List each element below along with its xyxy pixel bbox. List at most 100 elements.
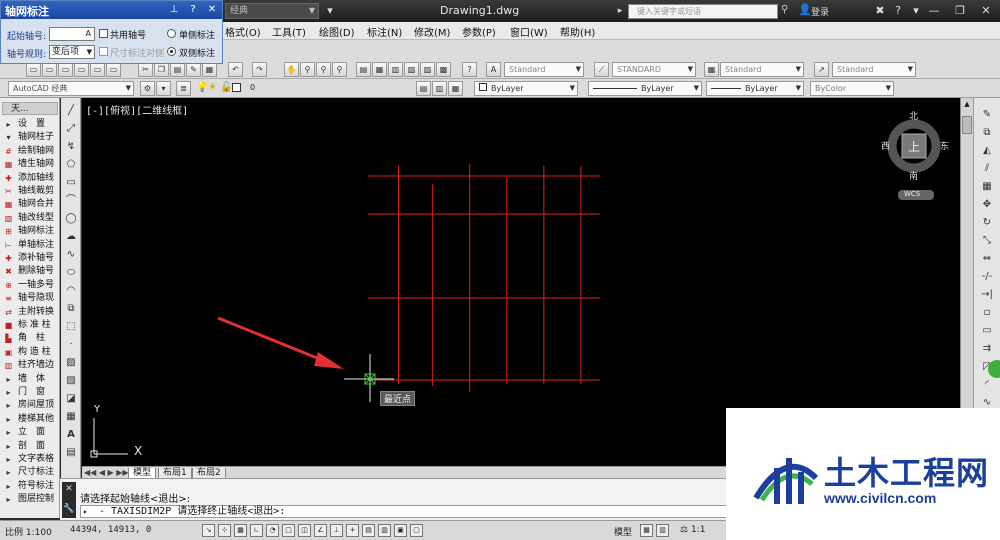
drawing-scale[interactable]: 比例 1:100 [5,525,52,538]
panel-item-standard-column[interactable]: ■ 标 准 柱 [4,319,58,332]
workspace-select[interactable]: 经典 ▼ [225,3,319,19]
new-icon[interactable]: ▭ [26,62,41,77]
scroll-thumb[interactable] [962,116,972,134]
tab-nav-icon[interactable]: ◀◀ ◀ ▶ ▶▶ [84,468,129,477]
copy-object-icon[interactable]: ⧉ [980,126,994,140]
arc-icon[interactable]: ⌒ [64,194,78,208]
viewcube-top-face[interactable]: 上 [908,138,920,155]
pan-icon[interactable]: ✋ [284,62,299,77]
polyline-icon[interactable]: ↯ [64,140,78,154]
zoom-previous-icon[interactable]: ⚲ [332,62,347,77]
qp-icon[interactable]: ▣ [394,524,407,537]
copy-icon[interactable]: ❐ [154,62,169,77]
layer-on-icon[interactable]: 💡 [196,82,208,93]
rotate-icon[interactable]: ↻ [980,216,994,230]
grid-icon[interactable]: ▦ [234,524,247,537]
lineweight-select[interactable]: ByLayer ▼ [706,81,804,96]
table-style-icon[interactable]: ▦ [704,62,719,77]
layer-freeze-icon[interactable]: ☀ [208,82,217,93]
customize-icon[interactable]: 🔧 [62,504,76,514]
make-block-icon[interactable]: ⬚ [64,320,78,334]
infer-icon[interactable]: ↘ [202,524,215,537]
join-icon[interactable]: ⇉ [980,342,994,356]
publish-icon[interactable]: ▭ [106,62,121,77]
viewcube[interactable] [887,119,941,200]
layer-previous-icon[interactable]: ▥ [432,81,447,96]
search-input[interactable]: 键入关键字或短语 [628,4,778,19]
quick-layout-icon[interactable]: ▦ [640,524,653,537]
properties-icon[interactable]: ▤ [356,62,371,77]
text-style-icon[interactable]: A [486,62,501,77]
dim-style-select[interactable]: STANDARD ▼ [612,62,696,77]
zoom-window-icon[interactable]: ⚲ [316,62,331,77]
break-icon[interactable]: ▭ [980,324,994,338]
panel-item-single-axis-dim[interactable]: ⊢ 单轴标注 [4,239,58,252]
menu-modify[interactable]: 修改(M) [414,24,450,39]
break-point-icon[interactable]: ▫ [980,306,994,320]
erase-icon[interactable]: ✎ [980,108,994,122]
panel-item-clip-axis[interactable]: ✂ 轴线裁剪 [4,185,58,198]
panel-item-wall[interactable]: ▸ 墙 体 [4,373,58,386]
panel-item-number-visibility[interactable]: ≡ 轴号隐现 [4,292,58,305]
table-style-select[interactable]: Standard ▼ [720,62,804,77]
quick-drawing-icon[interactable]: ▥ [656,524,669,537]
extend-icon[interactable]: →| [980,288,994,302]
share-number-checkbox[interactable] [99,29,108,38]
close-command-icon[interactable]: ✕ [62,484,76,494]
menu-dimension[interactable]: 标注(N) [367,24,402,39]
panel-item-door-window[interactable]: ▸ 门 窗 [4,386,58,399]
table-icon[interactable]: ▦ [64,410,78,424]
insert-block-icon[interactable]: ⧉ [64,302,78,316]
mirror-icon[interactable]: ◭ [980,144,994,158]
pin-icon[interactable]: ⊥ [167,3,181,17]
workspace-save-icon[interactable]: ▾ [156,81,171,96]
viewcube-wcs[interactable]: WCS [904,190,920,198]
zoom-realtime-icon[interactable]: ⚲ [300,62,315,77]
search-icon[interactable]: ⚲ [781,4,788,15]
trim-icon[interactable]: -/- [980,270,994,284]
polar-icon[interactable]: ◔ [266,524,279,537]
paste-icon[interactable]: ▤ [170,62,185,77]
help-dialog-icon[interactable]: ? [186,3,200,17]
layer-states-icon[interactable]: ▦ [448,81,463,96]
info-icon[interactable]: ▾ [908,3,924,19]
array-icon[interactable]: ▦ [980,180,994,194]
snap-icon[interactable]: ⊹ [218,524,231,537]
layer-select[interactable]: 0 [246,81,406,96]
panel-item-corner-column[interactable]: ▙ 角 柱 [4,332,58,345]
panel-item-delete-axis-number[interactable]: ✖ 删除轴号 [4,265,58,278]
text-style-select[interactable]: Standard ▼ [504,62,584,77]
panel-item-room-roof[interactable]: ▸ 房间屋顶 [4,399,58,412]
dyn-icon[interactable]: + [346,524,359,537]
plotstyle-select[interactable]: ByColor ▼ [810,81,894,96]
model-space-toggle[interactable]: 模型 [614,525,632,538]
restore-icon[interactable]: ❐ [952,3,968,19]
block-editor-icon[interactable]: ▦ [202,62,217,77]
panel-item-text-table[interactable]: ▸ 文字表格 [4,453,58,466]
double-side-radio[interactable] [167,47,176,56]
spline-icon[interactable]: ∿ [64,248,78,262]
panel-item-add-axis-number[interactable]: ✚ 添补轴号 [4,252,58,265]
open-icon[interactable]: ▭ [42,62,57,77]
dialog-title-bar[interactable]: 轴网标注 ⊥ ? ✕ [1,1,222,19]
move-icon[interactable]: ✥ [980,198,994,212]
gradient-icon[interactable]: ▧ [64,374,78,388]
help-icon[interactable]: ? [890,3,906,19]
panel-item-stairs-other[interactable]: ▸ 楼梯其他 [4,413,58,426]
rectangle-icon[interactable]: ▭ [64,176,78,190]
offset-icon[interactable]: ⫽ [980,162,994,176]
undo-icon[interactable]: ↶ [228,62,243,77]
layer-manager-icon[interactable]: ≣ [176,81,191,96]
dim-style-icon[interactable]: ⟋ [594,62,609,77]
panel-item-merge-grid[interactable]: ▦ 轴网合并 [4,198,58,211]
panel-item-add-axis[interactable]: ✚ 添加轴线 [4,172,58,185]
dropdown-icon[interactable]: ▾ [322,3,338,19]
ortho-icon[interactable]: ∟ [250,524,263,537]
linetype-select[interactable]: ByLayer ▼ [588,81,702,96]
ellipse-icon[interactable]: ⬭ [64,266,78,280]
panel-item-elevation[interactable]: ▸ 立 面 [4,426,58,439]
coordinate-readout[interactable]: 44394, 14913, 0 [70,525,151,535]
region-icon[interactable]: ◪ [64,392,78,406]
point-icon[interactable]: · [64,338,78,352]
menu-window[interactable]: 窗口(W) [510,24,548,39]
